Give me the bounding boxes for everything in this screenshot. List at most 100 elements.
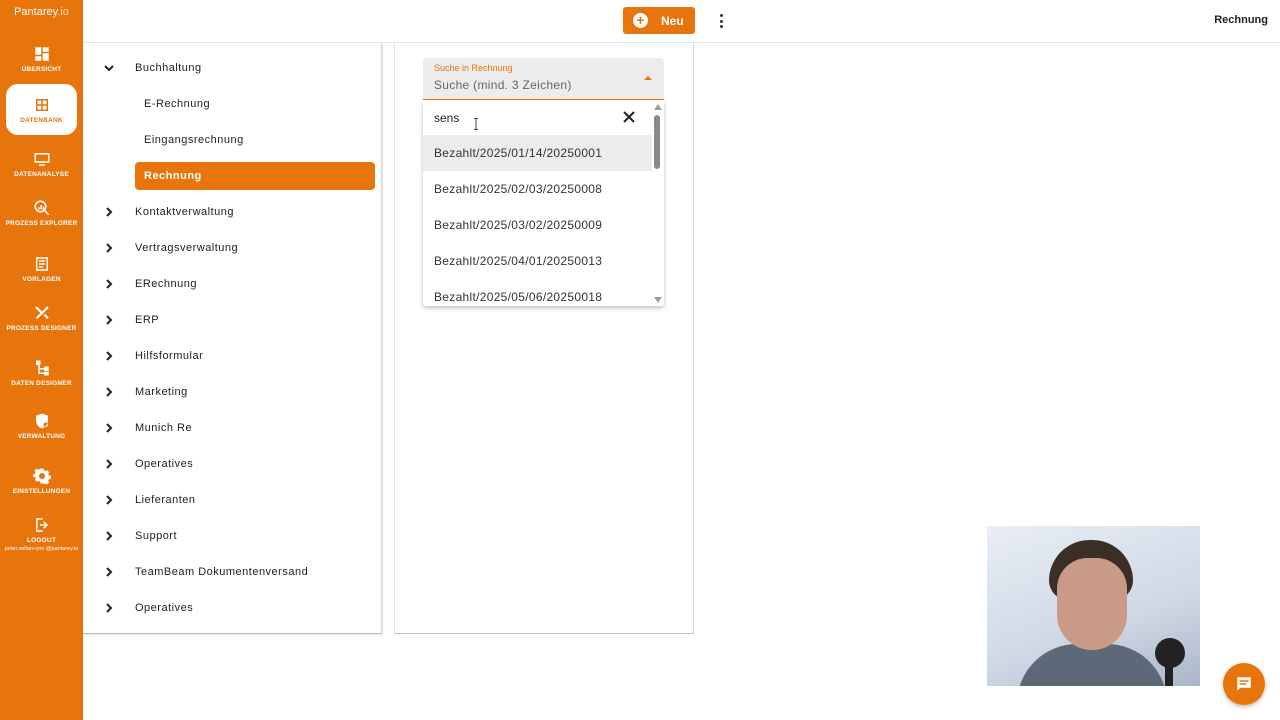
sidebar-item-einstellungen[interactable]: EINSTELLUNGEN xyxy=(0,465,83,515)
chevron-right-icon[interactable] xyxy=(103,566,115,578)
category-tree: Buchhaltung E-Rechnung Eingangsrechnung … xyxy=(83,43,382,634)
monitor-icon xyxy=(34,153,49,166)
chevron-right-icon[interactable] xyxy=(103,602,115,614)
template-icon xyxy=(35,257,48,271)
webcam-person-body xyxy=(1017,644,1167,686)
chevron-right-icon[interactable] xyxy=(103,242,115,254)
sidebar-item-label: EINSTELLUNGEN xyxy=(12,488,71,495)
tree-item-label: Kontaktverwaltung xyxy=(135,206,234,218)
dropdown-scrollbar[interactable] xyxy=(652,101,664,306)
tree-item-label: Buchhaltung xyxy=(135,62,202,74)
gear-icon xyxy=(32,468,51,485)
sidebar-item-verwaltung[interactable]: VERWALTUNG xyxy=(0,410,83,460)
chat-icon xyxy=(1237,677,1251,691)
sidebar-item-label: VERWALTUNG xyxy=(17,433,66,440)
new-button[interactable]: + Neu xyxy=(623,7,695,34)
chevron-down-icon[interactable] xyxy=(103,62,115,74)
tools-icon xyxy=(34,306,49,319)
tree-item-teambeam[interactable]: TeamBeam Dokumentenversand xyxy=(83,558,382,586)
close-icon[interactable] xyxy=(622,110,638,126)
tree-item-label: Rechnung xyxy=(144,170,202,182)
webcam-overlay xyxy=(987,526,1200,686)
page-title: Rechnung xyxy=(1214,14,1268,26)
sidebar-item-datenbank[interactable]: DATENBANK xyxy=(6,84,77,135)
scroll-up-arrow-icon[interactable] xyxy=(654,104,662,110)
dropdown-option[interactable]: Bezahlt/2025/02/03/20250008 xyxy=(423,171,652,207)
search-select[interactable]: Suche in Rechnung Suche (mind. 3 Zeichen… xyxy=(423,58,664,100)
tree-item-buchhaltung[interactable]: Buchhaltung xyxy=(83,54,382,82)
dropdown-option[interactable]: Bezahlt/2025/05/06/20250018 xyxy=(423,279,652,306)
tree-item-munich-re[interactable]: Munich Re xyxy=(83,414,382,442)
chevron-right-icon[interactable] xyxy=(103,314,115,326)
sidebar-item-label: DATEN DESIGNER xyxy=(11,380,72,387)
sidebar-item-label: VORLAGEN xyxy=(22,276,61,283)
tree-item-label: Munich Re xyxy=(135,422,193,434)
caret-up-icon[interactable] xyxy=(644,76,652,80)
sidebar-item-datenanalyse[interactable]: DATENANALYSE xyxy=(0,148,83,198)
chevron-right-icon[interactable] xyxy=(103,494,115,506)
more-vert-icon[interactable] xyxy=(713,12,729,30)
sidebar-item-logout[interactable]: LOGOUT peter.veltan+pro @pantarey.io xyxy=(0,514,83,564)
tree-item-label: Vertragsverwaltung xyxy=(135,242,239,254)
sidebar-item-label: DATENBANK xyxy=(20,117,63,124)
tree-item-rechnung[interactable]: Rechnung xyxy=(135,162,375,190)
brand-suffix: .io xyxy=(57,6,69,18)
dropdown-option[interactable]: Bezahlt/2025/03/02/20250009 xyxy=(423,207,652,243)
sidebar-item-prozess-explorer[interactable]: PROZESS EXPLORER xyxy=(0,197,83,247)
tree-item-label: ERechnung xyxy=(135,278,197,290)
sidebar-item-prozess-designer[interactable]: PROZESS DESIGNER xyxy=(0,302,83,352)
chevron-right-icon[interactable] xyxy=(103,458,115,470)
tree-item-label: Operatives xyxy=(135,602,194,614)
brand-logo: Pantarey.io xyxy=(0,6,83,18)
sidebar-item-label: PROZESS EXPLORER xyxy=(5,220,78,227)
sidebar-item-vorlagen[interactable]: VORLAGEN xyxy=(0,253,83,303)
tree-item-erechnung[interactable]: ERechnung xyxy=(83,270,382,298)
tree-item-lieferanten[interactable]: Lieferanten xyxy=(83,486,382,514)
microphone-icon xyxy=(1155,638,1185,668)
top-bar: + Neu Rechnung xyxy=(83,0,1280,43)
webcam-person-face xyxy=(1057,558,1127,650)
tree-item-marketing[interactable]: Marketing xyxy=(83,378,382,406)
plus-icon: + xyxy=(633,13,648,28)
tree-item-hilfsformular[interactable]: Hilfsformular xyxy=(83,342,382,370)
brand-name: Pantarey xyxy=(14,6,58,18)
logout-icon xyxy=(35,518,48,532)
dropdown-option[interactable]: Bezahlt/2025/04/01/20250013 xyxy=(423,243,652,279)
dropdown-search-input[interactable] xyxy=(434,109,614,127)
sidebar-item-label: LOGOUT xyxy=(26,537,56,544)
tree-item-label: Operatives xyxy=(135,458,194,470)
tree-item-eingangsrechnung[interactable]: Eingangsrechnung xyxy=(83,126,382,154)
dropdown-search xyxy=(423,101,653,135)
scroll-down-arrow-icon[interactable] xyxy=(654,297,662,303)
sidebar-item-daten-designer[interactable]: DATEN DESIGNER xyxy=(0,357,83,407)
logged-in-user: peter.veltan+pro @pantarey.io xyxy=(4,546,79,552)
tree-item-vertragsverwaltung[interactable]: Vertragsverwaltung xyxy=(83,234,382,262)
tree-item-label: Support xyxy=(135,530,178,542)
sidebar-item-label: DATENANALYSE xyxy=(14,171,69,178)
tree-item-label: Lieferanten xyxy=(135,494,196,506)
sidebar-item-label: ÜBERSICHT xyxy=(21,66,62,73)
dropdown-option[interactable]: Bezahlt/2025/01/14/20250001 xyxy=(423,135,652,171)
search-select-placeholder: Suche (mind. 3 Zeichen) xyxy=(434,78,572,92)
chevron-right-icon[interactable] xyxy=(103,422,115,434)
tree-item-erp[interactable]: ERP xyxy=(83,306,382,334)
search-dropdown: Bezahlt/2025/01/14/20250001 Bezahlt/2025… xyxy=(423,101,664,306)
tree-item-label: ERP xyxy=(135,314,160,326)
new-button-label: Neu xyxy=(661,13,684,28)
tree-item-kontaktverwaltung[interactable]: Kontaktverwaltung xyxy=(83,198,382,226)
tree-item-e-rechnung[interactable]: E-Rechnung xyxy=(83,90,382,118)
tree-item-operatives-2[interactable]: Operatives xyxy=(83,594,382,622)
dashboard-icon xyxy=(34,47,49,61)
chevron-right-icon[interactable] xyxy=(103,206,115,218)
tree-item-operatives[interactable]: Operatives xyxy=(83,450,382,478)
chevron-right-icon[interactable] xyxy=(103,386,115,398)
tree-item-label: TeamBeam Dokumentenversand xyxy=(135,566,309,578)
chevron-right-icon[interactable] xyxy=(103,278,115,290)
admin-shield-icon xyxy=(35,413,48,429)
tree-item-support[interactable]: Support xyxy=(83,522,382,550)
chevron-right-icon[interactable] xyxy=(103,530,115,542)
scroll-thumb[interactable] xyxy=(654,115,660,169)
chat-button[interactable] xyxy=(1223,663,1265,705)
chevron-right-icon[interactable] xyxy=(103,350,115,362)
tree-item-label: Marketing xyxy=(135,386,188,398)
